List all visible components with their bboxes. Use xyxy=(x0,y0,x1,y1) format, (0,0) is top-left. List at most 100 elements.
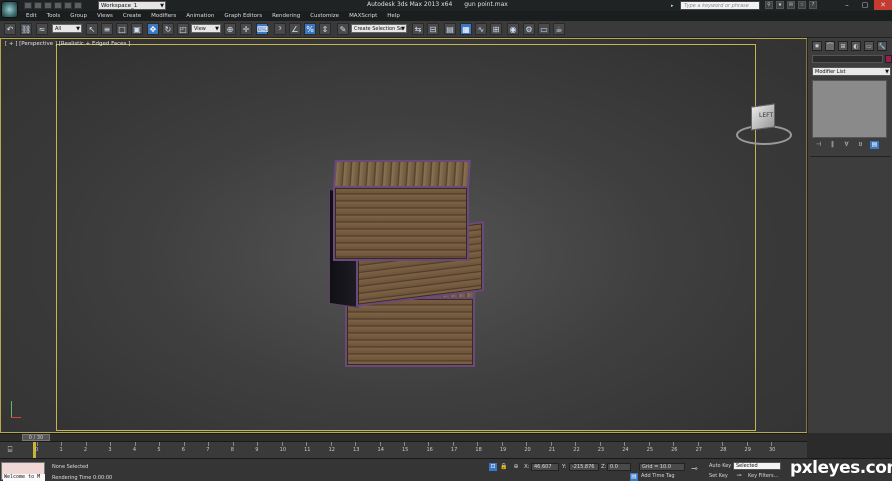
trackbar-tick xyxy=(771,442,772,446)
spinner-snap-icon[interactable]: ⇕ xyxy=(319,23,331,35)
configure-modifier-sets-icon[interactable]: ▤ xyxy=(870,141,879,149)
percent-snap-icon[interactable]: % xyxy=(304,23,316,35)
z-coordinate-field[interactable]: 0.0 xyxy=(607,463,631,471)
subscription-icon[interactable]: ★ xyxy=(776,1,784,9)
time-slider[interactable]: 0 / 30 xyxy=(0,433,807,441)
object-name-field[interactable] xyxy=(812,55,883,63)
menu-item-edit[interactable]: Edit xyxy=(26,13,37,19)
add-time-tag-button[interactable]: Add Time Tag xyxy=(641,473,675,479)
menu-item-help[interactable]: Help xyxy=(387,13,400,19)
render-setup-icon[interactable]: ⚙ xyxy=(523,23,535,35)
save-file-icon[interactable] xyxy=(44,2,52,9)
set-key-button[interactable]: Set Key xyxy=(709,473,728,479)
pivot-center-icon[interactable]: ⊕ xyxy=(224,23,236,35)
project-folder-icon[interactable] xyxy=(74,2,82,9)
window-crossing-icon[interactable]: ▣ xyxy=(131,23,143,35)
application-menu-button[interactable] xyxy=(1,1,18,18)
curve-editor-icon[interactable]: ∿ xyxy=(475,23,487,35)
mirror-icon[interactable]: ⇆ xyxy=(412,23,424,35)
workspace-dropdown[interactable]: Workspace_1 ▼ xyxy=(98,1,166,10)
undo-icon[interactable]: ↶ xyxy=(4,23,16,35)
isolate-selection-icon[interactable]: ⊡ xyxy=(489,463,497,471)
mini-curve-editor-icon[interactable]: ⌸ xyxy=(4,443,16,457)
select-object-icon[interactable]: ↖ xyxy=(86,23,98,35)
select-by-name-icon[interactable]: ≡ xyxy=(101,23,113,35)
set-keys-icon[interactable]: ⊸ xyxy=(735,472,743,480)
material-editor-icon[interactable]: ◉ xyxy=(507,23,519,35)
keyboard-shortcut-override-icon[interactable]: ⌨ xyxy=(256,23,269,35)
align-icon[interactable]: ⊟ xyxy=(427,23,439,35)
edit-named-selection-icon[interactable]: ✎ xyxy=(337,23,349,35)
key-filters-button[interactable]: Key Filters... xyxy=(748,473,778,479)
perspective-viewport[interactable]: [ + ] [Perspective ] [Realistic + Edged … xyxy=(0,38,808,433)
menu-item-customize[interactable]: Customize xyxy=(310,13,339,19)
maxscript-output[interactable]: Welcome to M xyxy=(3,474,45,481)
named-selection-dropdown[interactable]: Create Selection Se ▼ xyxy=(351,24,407,33)
viewport-label[interactable]: [ + ] [Perspective ] [Realistic + Edged … xyxy=(5,41,130,47)
pin-stack-icon[interactable]: ⊣ xyxy=(814,141,823,149)
new-file-icon[interactable] xyxy=(24,2,32,9)
menu-item-group[interactable]: Group xyxy=(70,13,87,19)
select-and-link-icon[interactable]: ⛓ xyxy=(20,23,32,35)
menu-item-tools[interactable]: Tools xyxy=(47,13,61,19)
utilities-tab-icon[interactable]: 🔧 xyxy=(877,41,887,51)
modifier-list-dropdown[interactable]: Modifier List ▼ xyxy=(812,67,891,76)
layer-manager-icon[interactable]: ▤ xyxy=(444,23,456,35)
rectangular-selection-icon[interactable]: □ xyxy=(116,23,128,35)
object-color-swatch[interactable] xyxy=(885,55,892,63)
scale-icon[interactable]: ◰ xyxy=(177,23,189,35)
rendered-frame-window-icon[interactable]: ▭ xyxy=(538,23,550,35)
reference-coordinate-dropdown[interactable]: View ▼ xyxy=(191,24,221,33)
modify-tab-icon[interactable]: ⌒ xyxy=(825,41,835,51)
select-manipulate-icon[interactable]: ✛ xyxy=(240,23,252,35)
communication-icon[interactable]: ✉ xyxy=(787,1,795,9)
help-search-input[interactable]: ▸ Type a keyword or phrase xyxy=(671,1,760,10)
menu-item-create[interactable]: Create xyxy=(123,13,141,19)
help-icon[interactable]: ? xyxy=(809,1,817,9)
menu-item-modifiers[interactable]: Modifiers xyxy=(151,13,176,19)
favorites-icon[interactable]: ☆ xyxy=(798,1,806,9)
display-tab-icon[interactable]: ▭ xyxy=(864,41,874,51)
motion-tab-icon[interactable]: ◐ xyxy=(851,41,861,51)
rotate-icon[interactable]: ↻ xyxy=(162,23,174,35)
remove-modifier-icon[interactable]: ʊ xyxy=(856,141,865,149)
create-tab-icon[interactable]: ✸ xyxy=(812,41,822,51)
crate-top[interactable] xyxy=(333,160,471,261)
move-icon[interactable]: ✥ xyxy=(147,23,159,35)
absolute-mode-icon[interactable]: ⊕ xyxy=(512,463,520,471)
make-unique-icon[interactable]: ∀ xyxy=(842,141,851,149)
x-coordinate-field[interactable]: 46.607 xyxy=(531,463,559,471)
key-mode-dropdown[interactable]: Selected xyxy=(733,462,781,470)
snaps-toggle-icon[interactable]: ³ xyxy=(274,23,286,35)
time-tag-icon[interactable]: ▤ xyxy=(630,473,638,481)
redo-icon[interactable] xyxy=(64,2,72,9)
menu-item-views[interactable]: Views xyxy=(97,13,113,19)
angle-snap-icon[interactable]: ∠ xyxy=(289,23,301,35)
time-slider-handle[interactable]: 0 / 30 xyxy=(22,434,50,441)
open-file-icon[interactable] xyxy=(34,2,42,9)
modifier-stack[interactable] xyxy=(812,80,887,138)
undo-icon[interactable] xyxy=(54,2,62,9)
minimize-icon[interactable]: – xyxy=(838,0,856,10)
graphite-modeling-tools-icon[interactable]: ▦ xyxy=(460,23,472,35)
crate-bottom[interactable] xyxy=(345,281,477,367)
maximize-icon[interactable]: ▢ xyxy=(856,0,874,10)
selection-filter-dropdown[interactable]: All ▼ xyxy=(52,24,82,33)
y-coordinate-field[interactable]: -215.876 xyxy=(569,463,599,471)
selection-lock-icon[interactable]: 🔒 xyxy=(500,463,508,471)
menu-item-maxscript[interactable]: MAXScript xyxy=(349,13,377,19)
menu-item-graph-editors[interactable]: Graph Editors xyxy=(224,13,262,19)
search-icon[interactable]: ⚲ xyxy=(765,1,773,9)
render-production-icon[interactable]: ☕ xyxy=(553,23,565,35)
trackbar[interactable]: ⌸ 0 1 2 3 4 5 6 7 8 9 10 11 12 13 14 15 16 17 18 19 20 21 22 23… xyxy=(0,441,807,458)
menu-item-rendering[interactable]: Rendering xyxy=(272,13,300,19)
menu-item-animation[interactable]: Animation xyxy=(186,13,214,19)
hierarchy-tab-icon[interactable]: ⊞ xyxy=(838,41,848,51)
show-end-result-icon[interactable]: ‖ xyxy=(828,141,837,149)
schematic-view-icon[interactable]: ⊞ xyxy=(490,23,502,35)
trackbar-tick xyxy=(257,442,259,446)
auto-key-button[interactable]: Auto Key xyxy=(709,463,731,469)
bind-space-warp-icon[interactable]: ≈ xyxy=(36,23,48,35)
maxscript-listener[interactable]: Welcome to M xyxy=(1,462,45,481)
close-icon[interactable]: ✕ xyxy=(874,0,892,10)
